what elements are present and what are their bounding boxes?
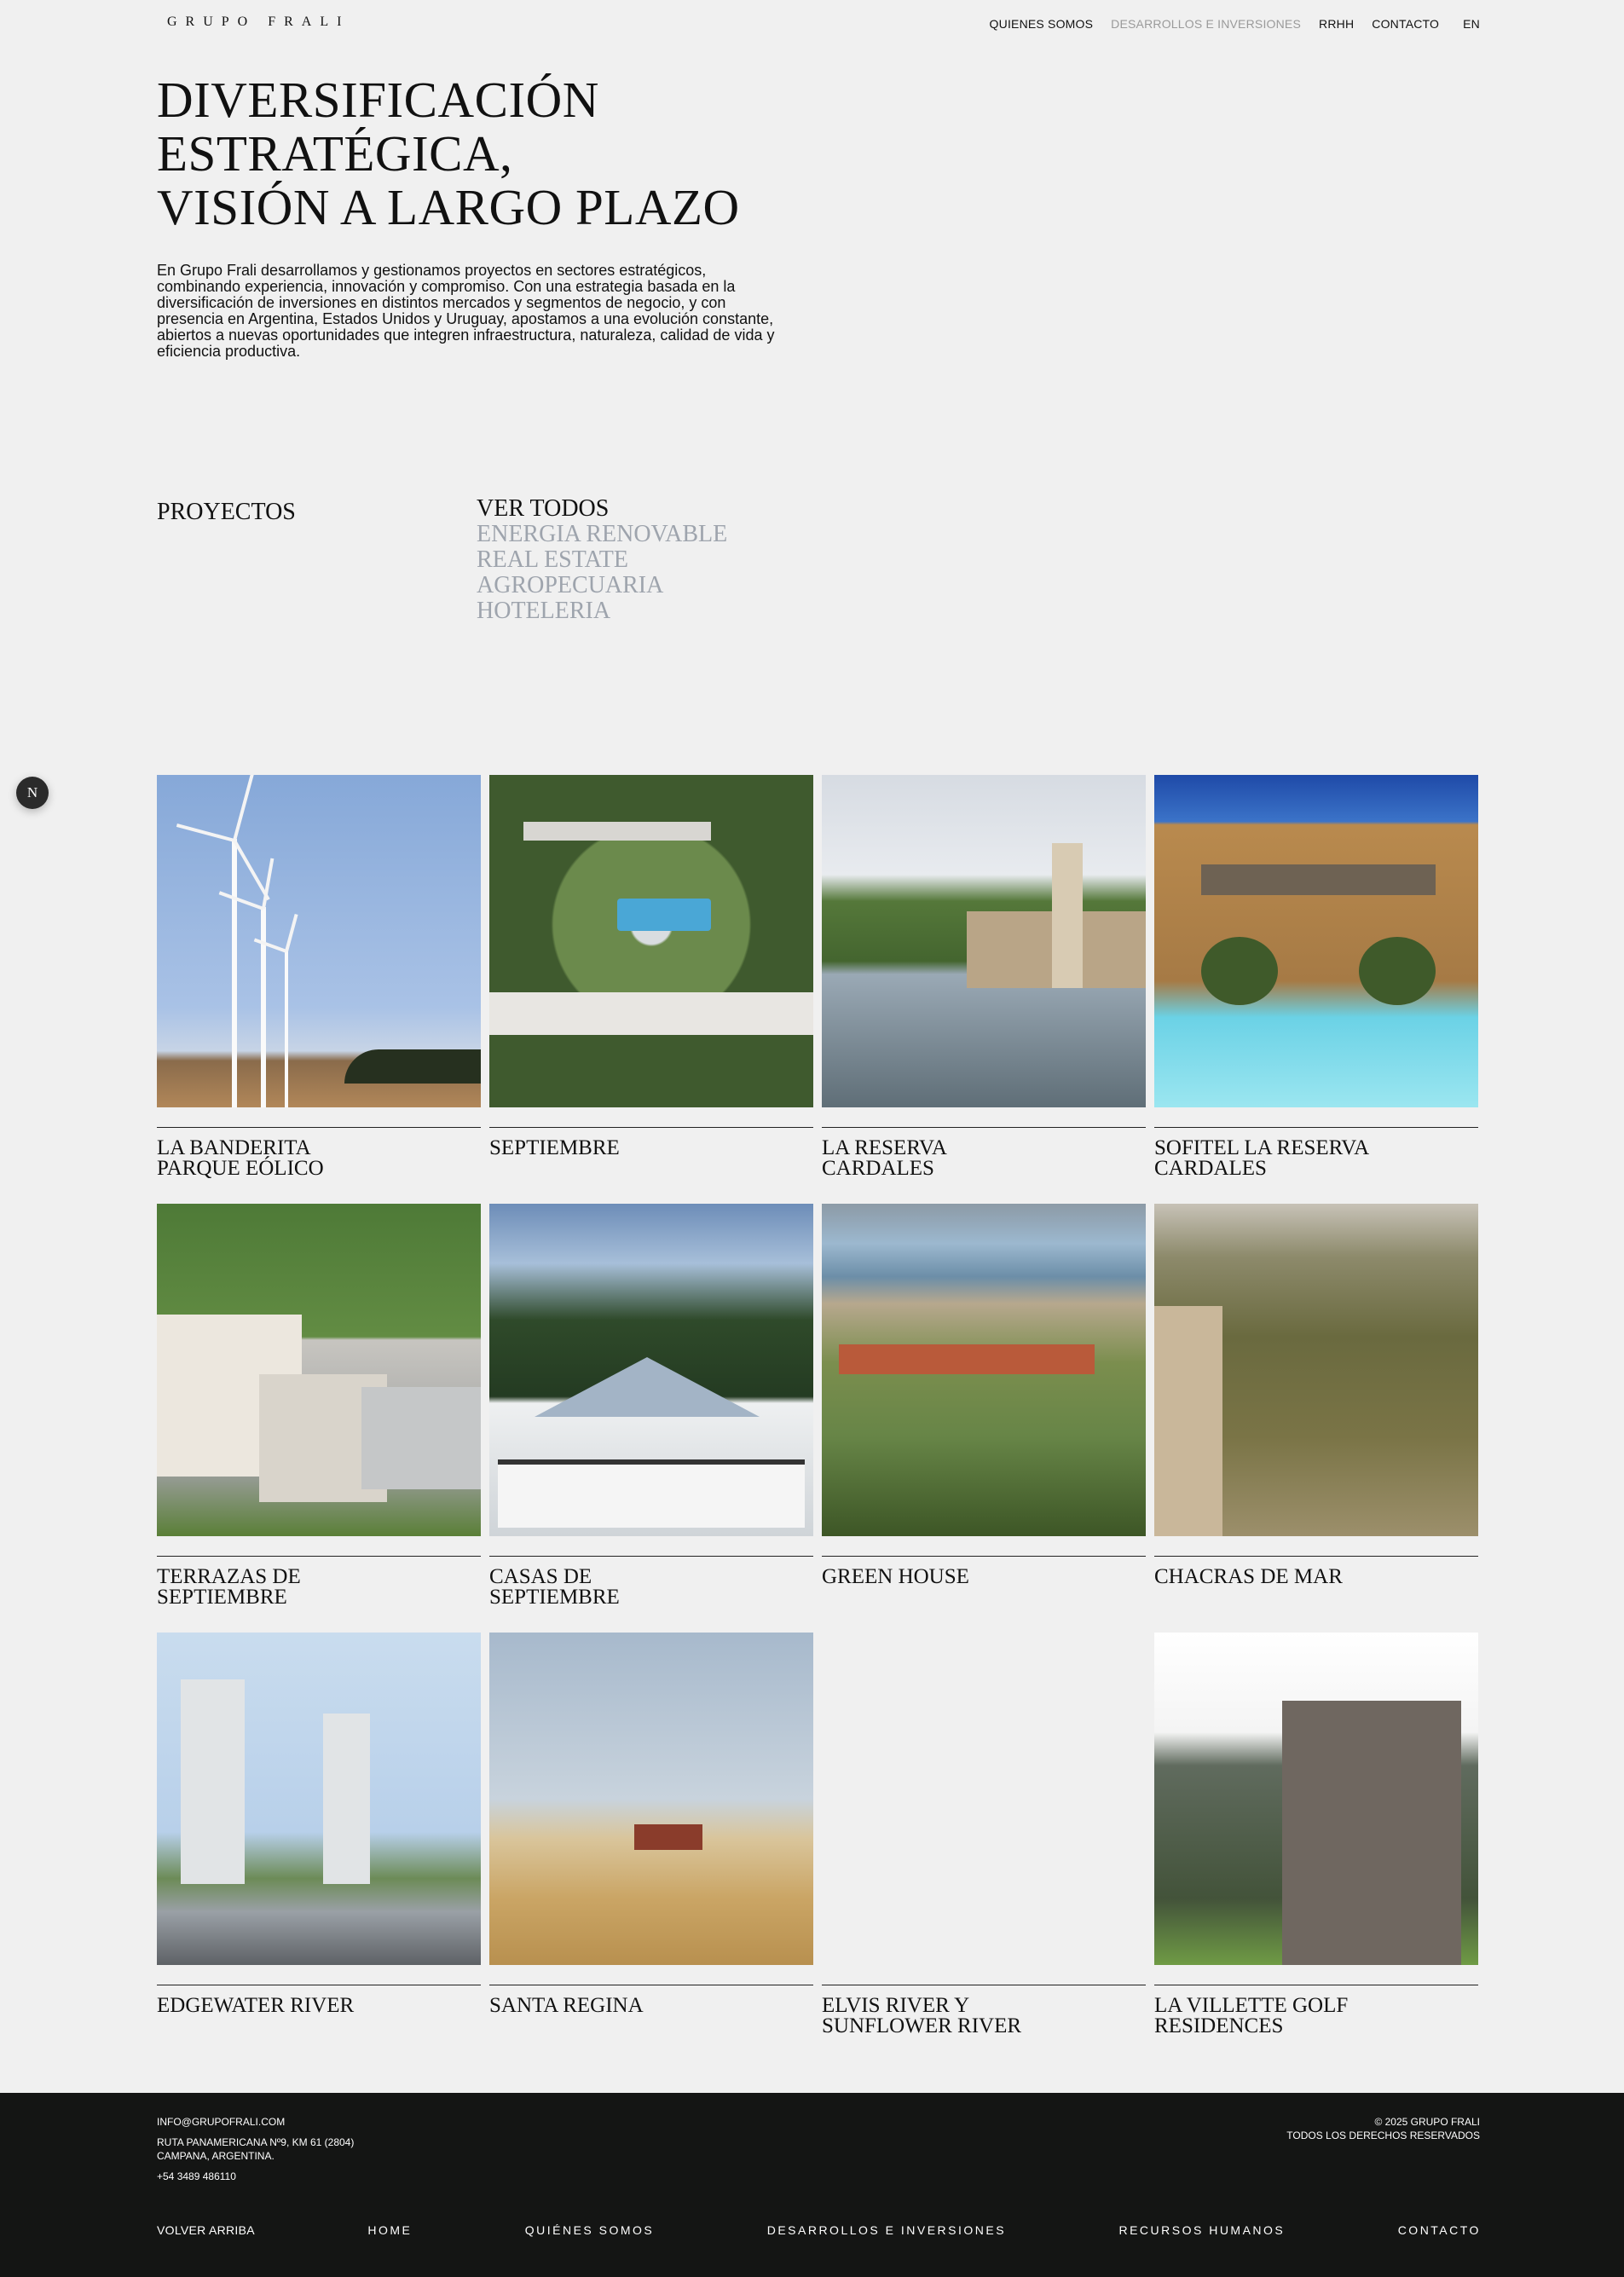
project-image-towers-street — [157, 1633, 481, 1965]
project-title: SOFITEL LA RESERVA CARDALES — [1154, 1136, 1370, 1180]
project-title: ELVIS RIVER Y SUNFLOWER RIVER — [822, 1994, 1022, 2037]
language-toggle[interactable]: EN — [1463, 17, 1480, 31]
project-card[interactable]: GREEN HOUSE — [822, 1204, 1146, 1619]
project-image-lake-house — [822, 775, 1146, 1107]
projects-label: PROYECTOS — [157, 499, 296, 525]
project-image-wind-farm — [157, 775, 481, 1107]
hero-title-line: ESTRATÉGICA, — [157, 125, 513, 182]
footer-nav-contacto[interactable]: CONTACTO — [1398, 2223, 1481, 2237]
project-card[interactable]: SEPTIEMBRE — [489, 775, 813, 1190]
project-image-stone-towers — [1154, 1633, 1478, 1965]
hero-title: DIVERSIFICACIÓN ESTRATÉGICA, VISIÓN A LA… — [157, 73, 924, 234]
footer-nav-home[interactable]: HOME — [367, 2223, 412, 2237]
project-title: CASAS DE SEPTIEMBRE — [489, 1565, 620, 1609]
hero-title-line: DIVERSIFICACIÓN — [157, 72, 599, 128]
footer-legal: © 2025 GRUPO FRALI TODOS LOS DERECHOS RE… — [1286, 2115, 1480, 2142]
footer-nav-desarrollos[interactable]: DESARROLLOS E INVERSIONES — [767, 2223, 1006, 2237]
nav-desarrollos-inversiones[interactable]: DESARROLLOS E INVERSIONES — [1111, 17, 1301, 31]
project-image-placeholder — [822, 1633, 1146, 1965]
footer-address-line: CAMPANA, ARGENTINA. — [157, 2150, 275, 2162]
footer: INFO@GRUPOFRALI.COM RUTA PANAMERICANA Nº… — [0, 2093, 1624, 2277]
project-title: TERRAZAS DE SEPTIEMBRE — [157, 1565, 301, 1609]
project-card[interactable]: ELVIS RIVER Y SUNFLOWER RIVER — [822, 1633, 1146, 2048]
project-card[interactable]: CASAS DE SEPTIEMBRE — [489, 1204, 813, 1619]
project-card[interactable]: LA BANDERITA PARQUE EÓLICO — [157, 775, 481, 1190]
project-image-residential-buildings — [157, 1204, 481, 1536]
project-card[interactable]: LA VILLETTE GOLF RESIDENCES — [1154, 1633, 1478, 2048]
project-image-aerial-courts — [822, 1204, 1146, 1536]
project-card[interactable]: EDGEWATER RIVER — [157, 1633, 481, 2048]
footer-navigation: VOLVER ARRIBA HOME QUIÉNES SOMOS DESARRO… — [157, 2223, 1481, 2237]
intro-paragraph: En Grupo Frali desarrollamos y gestionam… — [157, 262, 775, 360]
project-image-dunes-houses — [1154, 1204, 1478, 1536]
footer-nav-quienes-somos[interactable]: QUIÉNES SOMOS — [525, 2223, 655, 2237]
project-image-hotel-pool — [1154, 775, 1478, 1107]
project-title: CHACRAS DE MAR — [1154, 1565, 1343, 1588]
projects-grid: LA BANDERITA PARQUE EÓLICO SEPTIEMBRE LA… — [157, 775, 1481, 2048]
filter-agropecuaria[interactable]: AGROPECUARIA — [477, 573, 727, 598]
footer-address-line: RUTA PANAMERICANA Nº9, KM 61 (2804) — [157, 2136, 355, 2148]
nav-rrhh[interactable]: RRHH — [1319, 17, 1354, 31]
project-card[interactable]: SOFITEL LA RESERVA CARDALES — [1154, 775, 1478, 1190]
top-navigation: QUIENES SOMOS DESARROLLOS E INVERSIONES … — [972, 17, 1480, 31]
project-card[interactable]: TERRAZAS DE SEPTIEMBRE — [157, 1204, 481, 1619]
project-title: LA VILLETTE GOLF RESIDENCES — [1154, 1994, 1349, 2037]
project-card[interactable]: SANTA REGINA — [489, 1633, 813, 2048]
filter-real-estate[interactable]: REAL ESTATE — [477, 547, 727, 573]
project-title: SEPTIEMBRE — [489, 1136, 620, 1159]
project-title: EDGEWATER RIVER — [157, 1994, 355, 2017]
project-image-victorian-house — [489, 1204, 813, 1536]
floating-badge[interactable]: N — [16, 777, 49, 809]
footer-contact: INFO@GRUPOFRALI.COM RUTA PANAMERICANA Nº… — [157, 2115, 354, 2183]
project-title: GREEN HOUSE — [822, 1565, 969, 1588]
nav-contacto[interactable]: CONTACTO — [1372, 17, 1439, 31]
hero-title-line: VISIÓN A LARGO PLAZO — [157, 179, 740, 235]
project-card[interactable]: LA RESERVA CARDALES — [822, 775, 1146, 1190]
filter-hoteleria[interactable]: HOTELERIA — [477, 598, 727, 624]
footer-phone[interactable]: +54 3489 486110 — [157, 2170, 354, 2183]
project-filters: VER TODOS ENERGIA RENOVABLE REAL ESTATE … — [477, 496, 727, 624]
footer-nav-recursos-humanos[interactable]: RECURSOS HUMANOS — [1118, 2223, 1285, 2237]
project-card[interactable]: CHACRAS DE MAR — [1154, 1204, 1478, 1619]
project-title: LA RESERVA CARDALES — [822, 1136, 947, 1180]
project-title: LA BANDERITA PARQUE EÓLICO — [157, 1136, 324, 1180]
project-image-wheat-harvester — [489, 1633, 813, 1965]
project-title: SANTA REGINA — [489, 1994, 644, 2017]
logo[interactable]: GRUPO FRALI — [167, 14, 350, 30]
nav-quienes-somos[interactable]: QUIENES SOMOS — [990, 17, 1094, 31]
filter-ver-todos[interactable]: VER TODOS — [477, 496, 727, 522]
footer-copyright: © 2025 GRUPO FRALI — [1374, 2116, 1480, 2128]
footer-email[interactable]: INFO@GRUPOFRALI.COM — [157, 2115, 354, 2129]
footer-rights: TODOS LOS DERECHOS RESERVADOS — [1286, 2130, 1480, 2141]
filter-energia-renovable[interactable]: ENERGIA RENOVABLE — [477, 522, 727, 547]
footer-back-to-top[interactable]: VOLVER ARRIBA — [157, 2223, 255, 2237]
project-image-aerial-neighborhood — [489, 775, 813, 1107]
